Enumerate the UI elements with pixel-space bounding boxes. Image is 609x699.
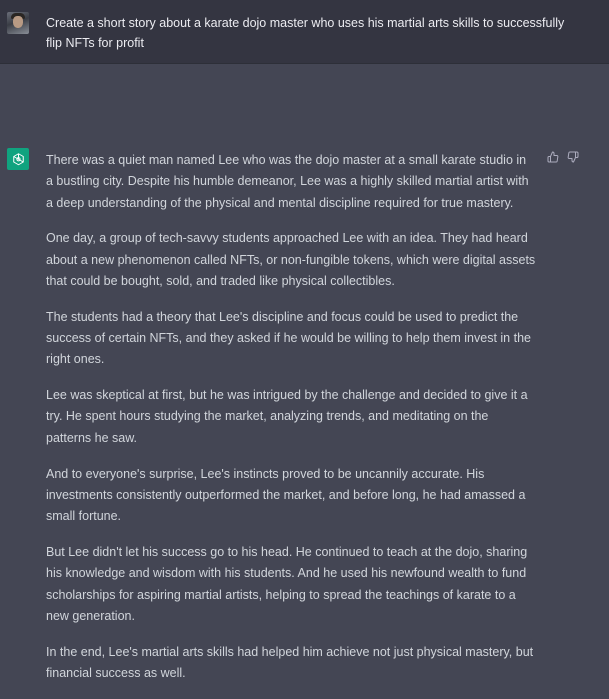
user-message-row: Create a short story about a karate dojo…	[0, 0, 609, 64]
response-paragraph: The students had a theory that Lee's dis…	[46, 309, 531, 367]
response-paragraph: One day, a group of tech-savvy students …	[46, 231, 536, 288]
feedback-buttons	[547, 151, 579, 163]
assistant-message-row: There was a quiet man named Lee who was …	[0, 64, 609, 680]
thumbs-up-icon[interactable]	[547, 151, 559, 163]
assistant-response: There was a quiet man named Lee who was …	[46, 150, 536, 699]
response-paragraph: Lee was skeptical at first, but he was i…	[46, 388, 528, 445]
user-prompt-text: Create a short story about a karate dojo…	[46, 16, 565, 50]
response-paragraph: There was a quiet man named Lee who was …	[46, 153, 529, 210]
response-paragraph: And to everyone's surprise, Lee's instin…	[46, 466, 526, 524]
thumbs-down-icon[interactable]	[567, 151, 579, 163]
user-avatar	[7, 12, 29, 34]
response-paragraph: But Lee didn't let his success go to his…	[46, 544, 528, 623]
openai-logo-icon	[7, 148, 29, 170]
response-paragraph: In the end, Lee's martial arts skills ha…	[46, 644, 534, 680]
